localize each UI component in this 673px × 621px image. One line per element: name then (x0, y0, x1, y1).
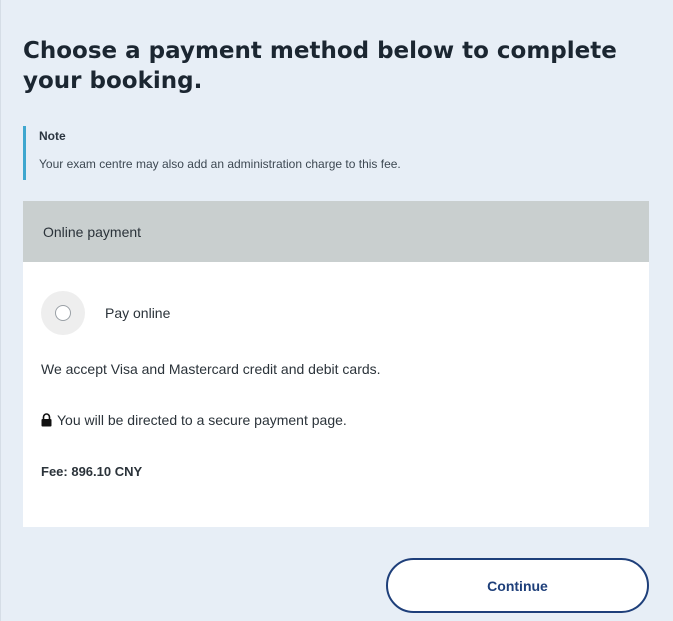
payment-panel: Online payment Pay online We accept Visa… (23, 201, 649, 527)
secure-payment-row: You will be directed to a secure payment… (41, 412, 347, 428)
lock-icon (41, 413, 52, 427)
note-heading: Note (39, 129, 66, 143)
panel-header: Online payment (23, 201, 649, 262)
fee-amount: Fee: 896.10 CNY (41, 464, 143, 479)
secure-payment-text: You will be directed to a secure payment… (57, 412, 347, 428)
page-title: Choose a payment method below to complet… (23, 38, 617, 94)
radio-circle-icon (55, 305, 71, 321)
note-text: Your exam centre may also add an adminis… (39, 157, 401, 171)
pay-online-label[interactable]: Pay online (105, 305, 170, 321)
pay-online-radio[interactable] (41, 291, 85, 335)
pay-online-option[interactable]: Pay online (41, 291, 170, 335)
continue-button[interactable]: Continue (386, 558, 649, 613)
note-box: Note Your exam centre may also add an ad… (23, 126, 649, 180)
accepted-cards-text: We accept Visa and Mastercard credit and… (41, 361, 381, 377)
payment-page: Choose a payment method below to complet… (0, 0, 673, 621)
